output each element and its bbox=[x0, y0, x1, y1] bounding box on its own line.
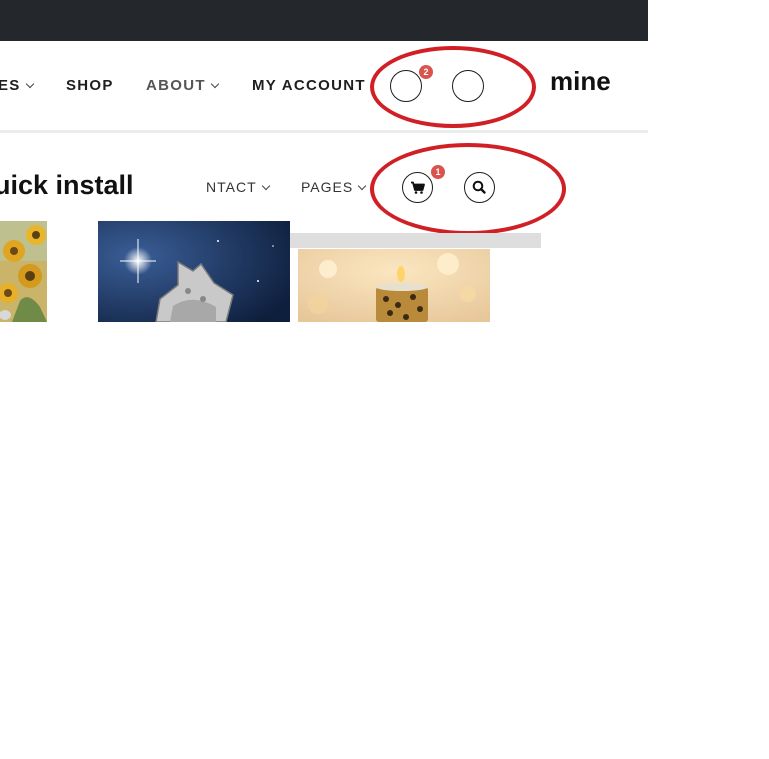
product-image-star-ornament[interactable] bbox=[98, 221, 290, 322]
nav-divider bbox=[0, 130, 648, 133]
candle-image bbox=[298, 249, 490, 322]
chevron-down-icon bbox=[25, 79, 34, 89]
site-title: uick install bbox=[0, 170, 134, 200]
nav-item-label: ES bbox=[0, 77, 21, 94]
nav-item-my-account[interactable]: MY ACCOUNT bbox=[252, 77, 366, 94]
annotation-text: mine bbox=[550, 66, 611, 96]
chevron-down-icon bbox=[210, 79, 220, 89]
annotation-ellipse bbox=[370, 143, 566, 235]
nav-item-label: NTACT bbox=[206, 179, 257, 195]
nav-item-label: SHOP bbox=[66, 77, 114, 94]
nav-item-label: PAGES bbox=[301, 179, 354, 195]
nav-item-shop[interactable]: SHOP bbox=[66, 77, 114, 94]
product-image-sunflowers[interactable] bbox=[0, 221, 47, 322]
sunflowers-image bbox=[0, 221, 47, 322]
nav-item-label: MY ACCOUNT bbox=[252, 77, 366, 94]
nav-item-pages-secondary[interactable]: PAGES bbox=[301, 179, 367, 195]
chevron-down-icon bbox=[357, 181, 367, 191]
nav-item-contact[interactable]: NTACT bbox=[206, 179, 270, 195]
nav-item-pages[interactable]: ES bbox=[0, 77, 34, 94]
product-image-candle[interactable] bbox=[298, 249, 490, 322]
star-ornament-image bbox=[98, 221, 290, 322]
top-bar bbox=[0, 0, 648, 41]
chevron-down-icon bbox=[261, 181, 270, 191]
nav-item-label: ABOUT bbox=[146, 77, 206, 94]
annotation-ellipse bbox=[370, 46, 536, 128]
nav-item-about[interactable]: ABOUT bbox=[146, 77, 220, 94]
